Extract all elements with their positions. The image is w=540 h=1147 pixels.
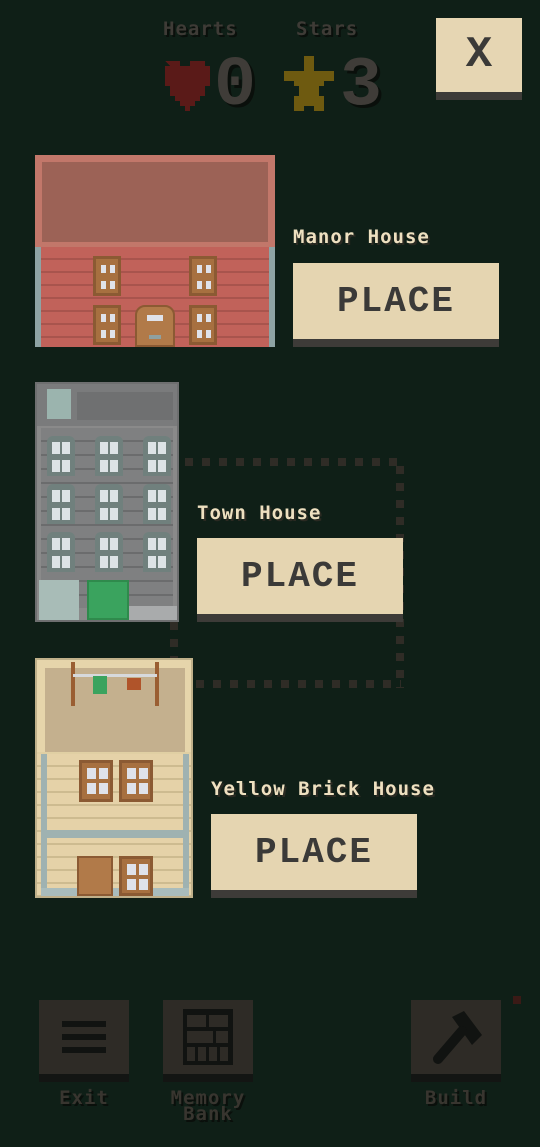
stars-label: Stars (296, 18, 359, 40)
manor-house-image (35, 155, 275, 347)
place-button-manor[interactable]: PLACE (293, 263, 499, 347)
house-name-manor: Manor House (293, 226, 430, 248)
memory-bank-icon (183, 1009, 233, 1065)
place-button-yellow-brick[interactable]: PLACE (211, 814, 417, 898)
notification-dot (513, 996, 521, 1004)
exit-button[interactable] (39, 1000, 129, 1082)
hearts-count: 0 (214, 47, 257, 126)
place-button-town[interactable]: PLACE (197, 538, 403, 622)
memory-bank-label: Memory Bank (150, 1089, 266, 1125)
path-dots (185, 458, 400, 466)
build-label: Build (424, 1087, 488, 1109)
house-name-town: Town House (197, 502, 322, 524)
stars-count: 3 (340, 47, 383, 126)
build-button[interactable] (411, 1000, 501, 1082)
path-dots (170, 622, 178, 658)
yellow-brick-house-image (35, 658, 193, 898)
memory-label-line2: Bank (183, 1103, 233, 1125)
hearts-label: Hearts (163, 18, 238, 40)
door (135, 305, 175, 347)
heart-icon (165, 61, 210, 111)
door (87, 580, 129, 620)
hammer-icon (433, 1011, 482, 1064)
exit-label: Exit (59, 1087, 109, 1109)
menu-icon (62, 1021, 106, 1053)
path-dots (196, 680, 401, 688)
memory-bank-button[interactable] (163, 1000, 253, 1082)
close-button[interactable]: X (436, 18, 522, 100)
house-name-yellow-brick: Yellow Brick House (211, 778, 435, 800)
door (77, 856, 113, 896)
star-icon (284, 56, 334, 111)
town-house-image (35, 382, 179, 622)
